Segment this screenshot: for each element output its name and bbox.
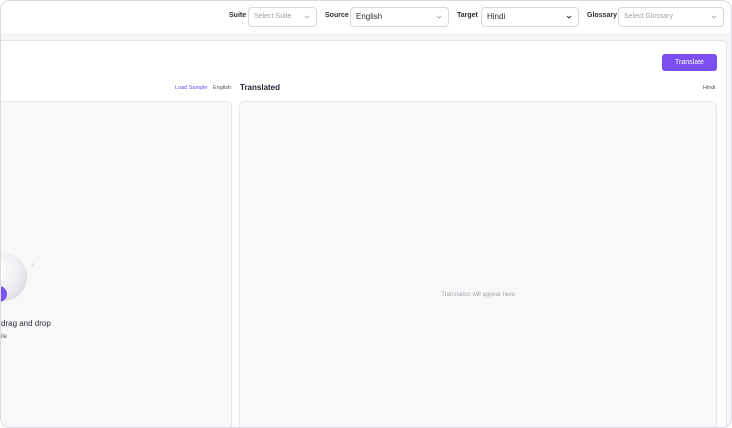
- translated-heading: Translated: [240, 83, 281, 92]
- target-language-tag: Hindi: [703, 85, 716, 91]
- glossary-select-value: Select Glossary: [624, 13, 674, 20]
- suite-select[interactable]: Select Suite: [248, 7, 317, 27]
- dropzone-file-text: ile: [1, 334, 8, 340]
- target-label: Target: [457, 12, 478, 19]
- chevron-down-icon: [304, 15, 310, 19]
- translation-placeholder: Translation will appear here: [441, 292, 515, 298]
- translation-output-area: [239, 101, 717, 427]
- suite-select-value: Select Suite: [254, 13, 292, 20]
- target-select-value: Hindi: [487, 12, 506, 21]
- source-select[interactable]: English: [350, 7, 449, 27]
- dropzone-drag-text: drag and drop: [1, 319, 51, 328]
- glossary-select[interactable]: Select Glossary: [618, 7, 724, 27]
- app-window: Suite Select Suite Source English Target…: [0, 0, 732, 428]
- top-toolbar: Suite Select Suite Source English Target…: [1, 1, 731, 33]
- target-select[interactable]: Hindi: [481, 7, 579, 27]
- glossary-label: Glossary: [587, 12, 617, 19]
- source-select-value: English: [356, 12, 383, 21]
- translate-button[interactable]: Translate: [662, 54, 717, 71]
- chevron-down-icon: [436, 15, 442, 19]
- chevron-down-icon: [711, 15, 717, 19]
- upload-illustration-icon: [1, 253, 35, 302]
- chevron-down-icon: [566, 15, 572, 19]
- load-sample-link[interactable]: Load Sample: [175, 85, 207, 91]
- suite-label: Suite: [229, 12, 247, 19]
- source-language-tag: English: [213, 85, 232, 91]
- source-label: Source: [325, 12, 349, 19]
